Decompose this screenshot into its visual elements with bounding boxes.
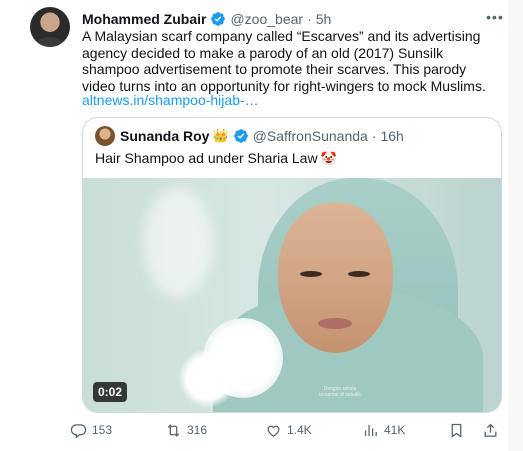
like-count: 1.4K [287, 423, 312, 437]
reply-button[interactable]: 153 [70, 420, 112, 440]
clown-emoji-icon: 🤡 [320, 151, 337, 166]
video-foam [178, 348, 238, 408]
quoted-avatar[interactable] [95, 126, 115, 146]
separator: · [307, 11, 312, 27]
quoted-tweet-text: Hair Shampoo ad under Sharia Law 🤡 [95, 150, 337, 167]
quoted-author-name[interactable]: Sunanda Roy [120, 128, 209, 144]
bookmark-icon [451, 423, 462, 438]
right-scroll-rail [509, 0, 523, 451]
action-bar: 153 316 1.4K 41K [70, 420, 510, 440]
crown-emoji-icon: 👑 [212, 128, 229, 143]
reply-icon [70, 423, 87, 439]
quoted-tweet-header: Sunanda Roy 👑 @SaffronSunanda · 16h [95, 126, 404, 146]
share-button[interactable] [482, 420, 499, 440]
repost-count: 316 [187, 423, 208, 437]
quoted-author-handle[interactable]: @SaffronSunanda [253, 128, 368, 144]
author-name[interactable]: Mohammed Zubair [82, 11, 206, 27]
repost-icon [167, 423, 180, 437]
repost-button[interactable]: 316 [165, 420, 207, 440]
views-button[interactable]: 41K [362, 420, 405, 440]
video-duration-badge: 0:02 [93, 382, 128, 402]
video-blur [143, 188, 213, 298]
quoted-tweet[interactable]: Sunanda Roy 👑 @SaffronSunanda · 16h Hair… [82, 117, 502, 413]
tweet-text: A Malaysian scarf company called “Escarv… [82, 28, 486, 94]
verified-badge-icon [211, 12, 226, 26]
article-link[interactable]: altnews.in/shampoo-hijab-… [82, 92, 259, 108]
like-button[interactable]: 1.4K [265, 420, 312, 440]
left-rail [0, 0, 14, 451]
heart-icon [267, 425, 280, 437]
avatar-shoulders [36, 37, 64, 47]
video-caption: Dengan rahsia tersemat di sebalik [319, 386, 361, 398]
tweet[interactable]: Mohammed Zubair @zoo_bear · 5h ••• A Mal… [18, 0, 509, 451]
video-face [278, 203, 393, 353]
timestamp[interactable]: 5h [316, 11, 332, 27]
bookmark-button[interactable] [448, 420, 465, 440]
reply-count: 153 [92, 423, 113, 437]
separator: · [371, 128, 377, 144]
avatar[interactable] [30, 7, 70, 47]
quoted-timestamp[interactable]: 16h [380, 128, 403, 144]
video-eye [348, 271, 370, 277]
video-eye [300, 271, 322, 277]
video-player[interactable]: Dengan rahsia tersemat di sebalik 0:02 [83, 178, 501, 412]
video-lips [318, 318, 352, 329]
tweet-header: Mohammed Zubair @zoo_bear · 5h [82, 9, 502, 29]
verified-badge-icon [233, 129, 248, 143]
more-icon[interactable]: ••• [486, 8, 504, 26]
views-count: 41K [384, 423, 406, 437]
views-icon [364, 424, 377, 436]
share-icon [484, 423, 497, 437]
author-handle[interactable]: @zoo_bear [230, 11, 303, 27]
quoted-text: Hair Shampoo ad under Sharia Law [95, 150, 318, 166]
